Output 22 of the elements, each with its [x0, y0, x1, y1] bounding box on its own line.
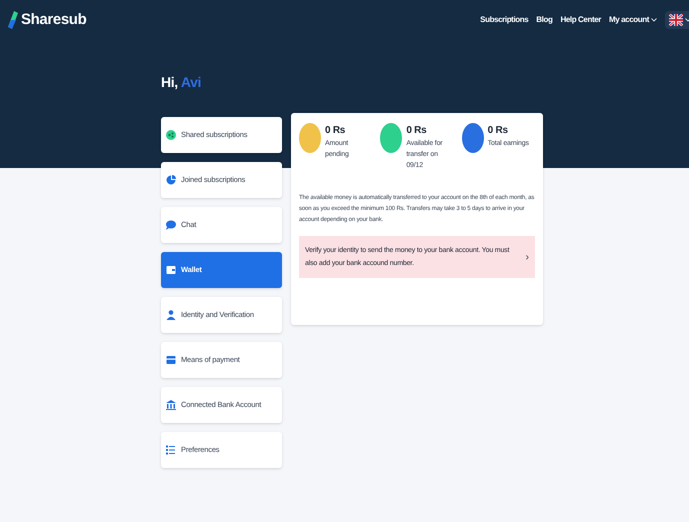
- nav-link[interactable]: Help Center: [560, 14, 601, 26]
- card-icon: [166, 355, 176, 365]
- chat-icon: [166, 220, 176, 230]
- nav-link[interactable]: Subscriptions: [480, 14, 528, 26]
- stat-amount: 0 Rs: [488, 124, 509, 138]
- wallet-icon: [166, 265, 176, 275]
- logo-text[interactable]: Sharesub: [21, 8, 86, 32]
- flag-icon: [669, 14, 683, 26]
- language-selector[interactable]: [665, 11, 689, 29]
- greeting: Hi, Avi: [161, 74, 202, 90]
- logo-icon: [8, 11, 18, 29]
- list-icon: [166, 445, 176, 455]
- nav-link[interactable]: Blog: [536, 14, 552, 26]
- pie-chart-icon: [166, 175, 176, 185]
- bank-icon: [166, 400, 176, 410]
- chevron-down-icon: [651, 18, 657, 22]
- share-icon: [166, 130, 176, 140]
- user-icon: [166, 310, 176, 320]
- stat-amount: 0 Rs: [325, 124, 346, 138]
- stat-amount: 0 Rs: [406, 124, 428, 138]
- chevron-right: ›: [526, 250, 529, 264]
- account-menu[interactable]: My account: [608, 14, 657, 26]
